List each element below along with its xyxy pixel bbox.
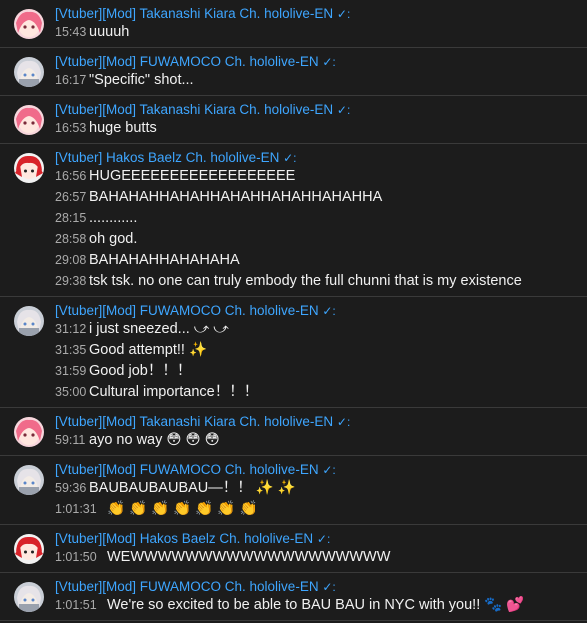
verified-check-icon: ✓: <box>336 103 351 117</box>
message-text: WEWWWWWWWWWWWWWWWWWWW <box>107 549 391 565</box>
author-label: [Vtuber] Hakos Baelz Ch. hololive-EN <box>55 150 280 165</box>
verified-check-icon: ✓: <box>322 304 336 318</box>
timestamp: 29:38 <box>55 274 87 288</box>
author-name[interactable]: [Vtuber][Mod] Takanashi Kiara Ch. hololi… <box>55 413 587 430</box>
avatar-fuwamoco[interactable] <box>14 57 44 87</box>
chat-message-line: 1:01:50 WEWWWWWWWWWWWWWWWWWWW <box>0 547 587 568</box>
message-text: oh god. <box>89 231 138 247</box>
chat-message-group: [Vtuber][Mod] FUWAMOCO Ch. hololive-EN ✓… <box>0 297 587 408</box>
verified-check-icon: ✓: <box>336 7 351 21</box>
timestamp: 28:15 <box>55 211 87 225</box>
avatar-fuwamoco[interactable] <box>14 582 44 612</box>
avatar-kiara[interactable] <box>14 105 44 135</box>
avatar-baelz[interactable] <box>14 153 44 183</box>
author-name[interactable]: [Vtuber][Mod] FUWAMOCO Ch. hololive-EN ✓… <box>55 461 587 478</box>
chat-replay-panel: [Vtuber][Mod] Takanashi Kiara Ch. hololi… <box>0 0 587 623</box>
verified-check-icon: ✓: <box>322 580 336 594</box>
chat-message-group: [Vtuber][Mod] Takanashi Kiara Ch. hololi… <box>0 408 587 456</box>
verified-check-icon: ✓: <box>336 415 351 429</box>
message-text: BAHAHAHHAHAHAHA <box>89 252 240 268</box>
author-label: [Vtuber][Mod] Takanashi Kiara Ch. hololi… <box>55 414 334 429</box>
chat-message-line: 35:00 Cultural importance！！！ <box>0 382 587 403</box>
author-name[interactable]: [Vtuber][Mod] Hakos Baelz Ch. hololive-E… <box>55 530 587 547</box>
message-text: uuuuh <box>89 24 130 40</box>
message-text: Good job！！！ <box>89 363 192 379</box>
message-text: HUGEEEEEEEEEEEEEEEEEE <box>89 168 296 184</box>
author-label: [Vtuber][Mod] FUWAMOCO Ch. hololive-EN <box>55 54 319 69</box>
verified-check-icon: ✓: <box>322 463 336 477</box>
chat-message-group: [Vtuber][Mod] FUWAMOCO Ch. hololive-EN ✓… <box>0 456 587 525</box>
chat-message-line: 59:11 ayo no way 😳 😳 😳 <box>0 430 587 451</box>
chat-message-line: 1:01:31 👏 👏 👏 👏 👏 👏 👏 <box>0 499 587 520</box>
chat-message-group: [Vtuber][Mod] Hakos Baelz Ch. hololive-E… <box>0 525 587 573</box>
message-text: BAHAHAHHAHAHHAHAHHAHAHHAHAHHA <box>89 189 383 205</box>
verified-check-icon: ✓: <box>322 55 336 69</box>
author-name[interactable]: [Vtuber][Mod] Takanashi Kiara Ch. hololi… <box>55 5 587 22</box>
chat-message-line: 59:36 BAUBAUBAUBAU—！！ ✨ ✨ <box>0 478 587 499</box>
chat-message-line: 31:35 Good attempt!! ✨ <box>0 340 587 361</box>
author-label: [Vtuber][Mod] Hakos Baelz Ch. hololive-E… <box>55 531 314 546</box>
chat-message-line: 29:08 BAHAHAHHAHAHAHA <box>0 250 587 271</box>
author-name[interactable]: [Vtuber][Mod] Takanashi Kiara Ch. hololi… <box>55 101 587 118</box>
chat-message-line: 31:59 Good job！！！ <box>0 361 587 382</box>
chat-message-line: 16:17 "Specific" shot... <box>0 70 587 91</box>
message-text: ............ <box>89 210 138 226</box>
message-text: tsk tsk. no one can truly embody the ful… <box>89 273 522 289</box>
chat-message-line: 16:56 HUGEEEEEEEEEEEEEEEEEE <box>0 166 587 187</box>
message-text: Cultural importance！！！ <box>89 384 259 400</box>
chat-message-group: [Vtuber][Mod] FUWAMOCO Ch. hololive-EN ✓… <box>0 48 587 96</box>
verified-check-icon: ✓: <box>283 151 297 165</box>
timestamp: 28:58 <box>55 232 87 246</box>
author-label: [Vtuber][Mod] FUWAMOCO Ch. hololive-EN <box>55 303 319 318</box>
chat-message-line: 15:43 uuuuh <box>0 22 587 43</box>
author-label: [Vtuber][Mod] Takanashi Kiara Ch. hololi… <box>55 6 334 21</box>
chat-message-line: 26:57 BAHAHAHHAHAHHAHAHHAHAHHAHAHHA <box>0 187 587 208</box>
chat-message-group: [Vtuber][Mod] Takanashi Kiara Ch. hololi… <box>0 96 587 144</box>
author-name[interactable]: [Vtuber] Hakos Baelz Ch. hololive-EN ✓: <box>55 149 587 166</box>
author-name[interactable]: [Vtuber][Mod] FUWAMOCO Ch. hololive-EN ✓… <box>55 578 587 595</box>
message-text: "Specific" shot... <box>89 72 194 88</box>
avatar-kiara[interactable] <box>14 417 44 447</box>
message-text: Good attempt!! ✨ <box>89 342 207 358</box>
author-label: [Vtuber][Mod] FUWAMOCO Ch. hololive-EN <box>55 579 319 594</box>
message-text: i just sneezed... ⤻ ⤻ <box>89 321 229 337</box>
avatar-fuwamoco[interactable] <box>14 465 44 495</box>
message-text: ayo no way 😳 😳 😳 <box>89 432 220 448</box>
author-label: [Vtuber][Mod] FUWAMOCO Ch. hololive-EN <box>55 462 319 477</box>
message-text: huge butts <box>89 120 157 136</box>
author-name[interactable]: [Vtuber][Mod] FUWAMOCO Ch. hololive-EN ✓… <box>55 53 587 70</box>
avatar-kiara[interactable] <box>14 9 44 39</box>
chat-message-line: 16:53 huge butts <box>0 118 587 139</box>
verified-check-icon: ✓: <box>316 532 331 546</box>
author-label: [Vtuber][Mod] Takanashi Kiara Ch. hololi… <box>55 102 334 117</box>
message-text: 👏 👏 👏 👏 👏 👏 👏 <box>107 501 258 517</box>
chat-message-group: [Vtuber] Hakos Baelz Ch. hololive-EN ✓: 1… <box>0 144 587 297</box>
timestamp: 31:35 <box>55 343 87 357</box>
timestamp: 29:08 <box>55 253 87 267</box>
timestamp: 26:57 <box>55 190 87 204</box>
avatar-baelz[interactable] <box>14 534 44 564</box>
avatar-fuwamoco[interactable] <box>14 306 44 336</box>
chat-message-group: [Vtuber][Mod] Takanashi Kiara Ch. hololi… <box>0 0 587 48</box>
timestamp: 35:00 <box>55 385 87 399</box>
chat-message-line: 28:15............ <box>0 208 587 229</box>
message-text: We're so excited to be able to BAU BAU i… <box>107 597 525 613</box>
chat-message-group: [Vtuber][Mod] FUWAMOCO Ch. hololive-EN ✓… <box>0 573 587 621</box>
message-text: BAUBAUBAUBAU—！！ ✨ ✨ <box>89 480 296 496</box>
chat-message-line: 29:38 tsk tsk. no one can truly embody th… <box>0 271 587 292</box>
author-name[interactable]: [Vtuber][Mod] FUWAMOCO Ch. hololive-EN ✓… <box>55 302 587 319</box>
chat-message-line: 1:01:51 We're so excited to be able to BA… <box>0 595 587 616</box>
chat-message-line: 31:12 i just sneezed... ⤻ ⤻ <box>0 319 587 340</box>
chat-message-line: 28:58 oh god. <box>0 229 587 250</box>
timestamp: 31:59 <box>55 364 87 378</box>
timestamp: 1:01:31 <box>55 502 97 516</box>
